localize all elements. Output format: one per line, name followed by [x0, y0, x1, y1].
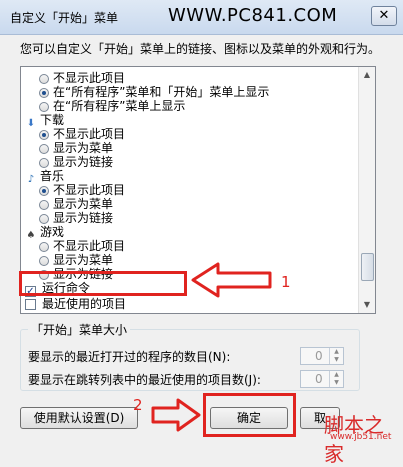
radio-option[interactable]: 显示为菜单 [39, 141, 113, 156]
radio-button[interactable] [39, 186, 49, 196]
stepper-up-icon[interactable]: ▲ [329, 348, 343, 356]
recent-programs-stepper[interactable]: 0 ▲ ▼ [300, 347, 344, 365]
stepper-down-icon[interactable]: ▼ [329, 379, 343, 387]
radio-label: 显示为菜单 [53, 253, 114, 267]
radio-label: 显示为链接 [53, 211, 114, 225]
radio-label: 显示为菜单 [53, 141, 114, 155]
use-defaults-button[interactable]: 使用默认设置(D) [20, 407, 138, 429]
checkbox-option[interactable]: 最近使用的项目 [25, 297, 126, 312]
radio-option[interactable]: 不显示此项目 [39, 239, 125, 254]
radio-button[interactable] [39, 102, 49, 112]
scroll-up-icon[interactable]: ▲ [359, 67, 375, 83]
radio-label: 显示为菜单 [53, 197, 114, 211]
radio-button[interactable] [39, 74, 49, 84]
radio-label: 在“所有程序”菜单上显示 [53, 99, 186, 113]
title-bar: 自定义「开始」菜单 WWW.PC841.COM ✕ [0, 0, 403, 35]
radio-option[interactable]: 显示为菜单 [39, 253, 113, 268]
list-scrollbar[interactable]: ▲ ▼ [358, 67, 375, 313]
radio-option[interactable]: 不显示此项目 [39, 71, 125, 86]
radio-option[interactable]: 不显示此项目 [39, 183, 125, 198]
radio-option[interactable]: 不显示此项目 [39, 127, 125, 142]
recent-programs-label: 要显示的最近打开过的程序的数目(N): [28, 350, 231, 364]
category-label: 游戏 [40, 225, 65, 239]
category-label: 音乐 [40, 169, 65, 183]
radio-label: 显示为链接 [53, 155, 114, 169]
site-logo-url: www.jb51.net [330, 432, 392, 442]
category-heading: ⬇ 下载 [25, 113, 65, 129]
radio-option[interactable]: 在“所有程序”菜单和「开始」菜单上显示 [39, 85, 269, 100]
music-note-icon: ♪ [27, 174, 35, 185]
games-icon: ♠ [26, 230, 36, 241]
scroll-down-icon[interactable]: ▼ [359, 297, 375, 313]
checkbox-label: 最近使用的项目 [42, 297, 127, 311]
close-button[interactable]: ✕ [371, 6, 397, 26]
highlight-run-command [19, 271, 187, 296]
radio-option[interactable]: 显示为链接 [39, 155, 113, 170]
window-title: 自定义「开始」菜单 [10, 11, 119, 25]
category-heading: ♪ 音乐 [25, 169, 65, 185]
radio-label: 不显示此项目 [53, 183, 126, 197]
category-label: 下载 [40, 113, 65, 127]
jump-list-value: 0 [315, 372, 323, 386]
arrow-left-icon [191, 262, 272, 298]
radio-option[interactable]: 在“所有程序”菜单上显示 [39, 99, 185, 114]
radio-label: 不显示此项目 [53, 239, 126, 253]
checkbox[interactable] [25, 299, 36, 310]
stepper-down-icon[interactable]: ▼ [329, 356, 343, 364]
download-folder-icon: ⬇ [26, 118, 36, 129]
radio-label: 在“所有程序”菜单和「开始」菜单上显示 [53, 85, 270, 99]
recent-programs-value: 0 [315, 349, 323, 363]
description-text: 您可以自定义「开始」菜单上的链接、图标以及菜单的外观和行为。 [20, 42, 381, 56]
step-2-label: 2 [133, 396, 143, 414]
radio-button[interactable] [39, 242, 49, 252]
radio-button[interactable] [39, 200, 49, 210]
radio-button[interactable] [39, 144, 49, 154]
jump-list-label: 要显示在跳转列表中的最近使用的项目数(J): [28, 373, 261, 387]
arrow-right-icon [151, 398, 201, 432]
radio-button[interactable] [39, 88, 49, 98]
radio-label: 不显示此项目 [53, 71, 126, 85]
watermark-text: WWW.PC841.COM [168, 5, 338, 26]
stepper-up-icon[interactable]: ▲ [329, 371, 343, 379]
scroll-thumb[interactable] [361, 253, 374, 281]
category-heading: ♠ 游戏 [25, 225, 65, 241]
radio-button[interactable] [39, 256, 49, 266]
radio-label: 不显示此项目 [53, 127, 126, 141]
radio-button[interactable] [39, 130, 49, 140]
menu-size-legend: 「开始」菜单大小 [28, 321, 131, 338]
highlight-ok-button [203, 393, 296, 437]
radio-button[interactable] [39, 158, 49, 168]
jump-list-stepper[interactable]: 0 ▲ ▼ [300, 370, 344, 388]
radio-button[interactable] [39, 214, 49, 224]
radio-option[interactable]: 显示为链接 [39, 211, 113, 226]
radio-option[interactable]: 显示为菜单 [39, 197, 113, 212]
step-1-label: 1 [281, 273, 291, 291]
